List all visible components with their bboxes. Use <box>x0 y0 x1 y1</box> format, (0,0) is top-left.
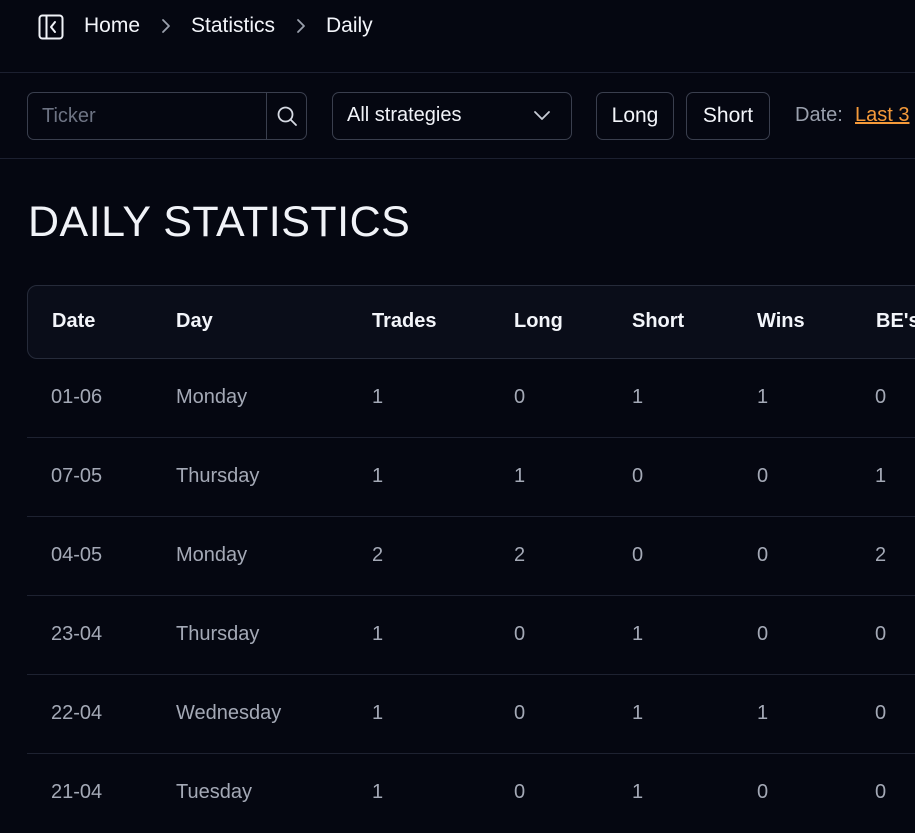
cell-date: 23-04 <box>51 623 103 645</box>
cell-bes: 0 <box>875 623 887 645</box>
breadcrumb-home[interactable]: Home <box>84 13 140 39</box>
table-header: Date Day Trades Long Short Wins BE's <box>27 285 915 359</box>
cell-trades: 1 <box>372 386 384 408</box>
cell-bes: 0 <box>875 781 887 803</box>
cell-short: 1 <box>632 386 644 408</box>
cell-date: 21-04 <box>51 781 103 803</box>
cell-date: 22-04 <box>51 702 103 724</box>
cell-wins: 0 <box>757 544 769 566</box>
breadcrumb-statistics[interactable]: Statistics <box>191 13 275 39</box>
breadcrumb-daily: Daily <box>326 14 373 37</box>
cell-long: 1 <box>514 465 526 487</box>
ticker-search <box>27 92 307 140</box>
cell-short: 0 <box>632 544 644 566</box>
cell-wins: 1 <box>757 702 769 724</box>
cell-date: 07-05 <box>51 465 103 487</box>
table-row[interactable]: 04-05 Monday 2 2 0 0 2 <box>27 517 915 596</box>
cell-wins: 1 <box>757 386 769 408</box>
search-button[interactable] <box>266 93 306 139</box>
cell-bes: 0 <box>875 702 887 724</box>
column-header-wins[interactable]: Wins <box>757 310 805 333</box>
cell-day: Monday <box>176 386 248 408</box>
column-header-trades[interactable]: Trades <box>372 310 436 333</box>
cell-long: 0 <box>514 623 526 645</box>
cell-trades: 1 <box>372 623 384 645</box>
cell-long: 0 <box>514 702 526 724</box>
cell-bes: 2 <box>875 544 887 566</box>
column-header-date[interactable]: Date <box>52 310 95 333</box>
top-bar: Home Statistics Daily <box>0 0 915 73</box>
cell-long: 0 <box>514 781 526 803</box>
cell-trades: 1 <box>372 702 384 724</box>
page-title: DAILY STATISTICS <box>28 198 411 246</box>
cell-day: Wednesday <box>176 702 282 724</box>
chevron-right-icon <box>294 17 308 35</box>
sidebar-collapse-icon[interactable] <box>38 14 64 40</box>
cell-wins: 0 <box>757 623 769 645</box>
cell-date: 04-05 <box>51 544 103 566</box>
date-filter-label: Date: <box>795 104 843 126</box>
column-header-short[interactable]: Short <box>632 310 684 333</box>
cell-long: 2 <box>514 544 526 566</box>
cell-wins: 0 <box>757 781 769 803</box>
table-row[interactable]: 23-04 Thursday 1 0 1 0 0 <box>27 596 915 675</box>
cell-date: 01-06 <box>51 386 103 408</box>
table-row[interactable]: 21-04 Tuesday 1 0 1 0 0 <box>27 754 915 833</box>
long-filter-button[interactable]: Long <box>596 92 674 140</box>
cell-day: Thursday <box>176 465 260 487</box>
cell-bes: 1 <box>875 465 887 487</box>
cell-bes: 0 <box>875 386 887 408</box>
table-row[interactable]: 22-04 Wednesday 1 0 1 1 0 <box>27 675 915 754</box>
date-range-link[interactable]: Last 3 <box>855 104 909 127</box>
cell-day: Thursday <box>176 623 260 645</box>
cell-trades: 1 <box>372 465 384 487</box>
chevron-right-icon <box>159 17 173 35</box>
column-header-long[interactable]: Long <box>514 310 563 333</box>
cell-wins: 0 <box>757 465 769 487</box>
cell-short: 1 <box>632 702 644 724</box>
cell-short: 1 <box>632 781 644 803</box>
cell-trades: 2 <box>372 544 384 566</box>
strategy-selected-value: All strategies <box>347 104 462 126</box>
short-filter-button[interactable]: Short <box>686 92 770 140</box>
strategy-select[interactable]: All strategies <box>332 92 572 140</box>
column-header-day[interactable]: Day <box>176 310 213 333</box>
table-row[interactable]: 01-06 Monday 1 0 1 1 0 <box>27 359 915 438</box>
table-row[interactable]: 07-05 Thursday 1 1 0 0 1 <box>27 438 915 517</box>
cell-short: 1 <box>632 623 644 645</box>
cell-trades: 1 <box>372 781 384 803</box>
filter-bar: All strategies Long Short Date: Last 3 <box>0 73 915 159</box>
ticker-input[interactable] <box>28 93 266 139</box>
cell-long: 0 <box>514 386 526 408</box>
chevron-down-icon <box>534 111 550 120</box>
search-icon <box>277 106 297 126</box>
cell-day: Tuesday <box>176 781 252 803</box>
cell-short: 0 <box>632 465 644 487</box>
column-header-bes[interactable]: BE's <box>876 310 915 333</box>
cell-day: Monday <box>176 544 248 566</box>
